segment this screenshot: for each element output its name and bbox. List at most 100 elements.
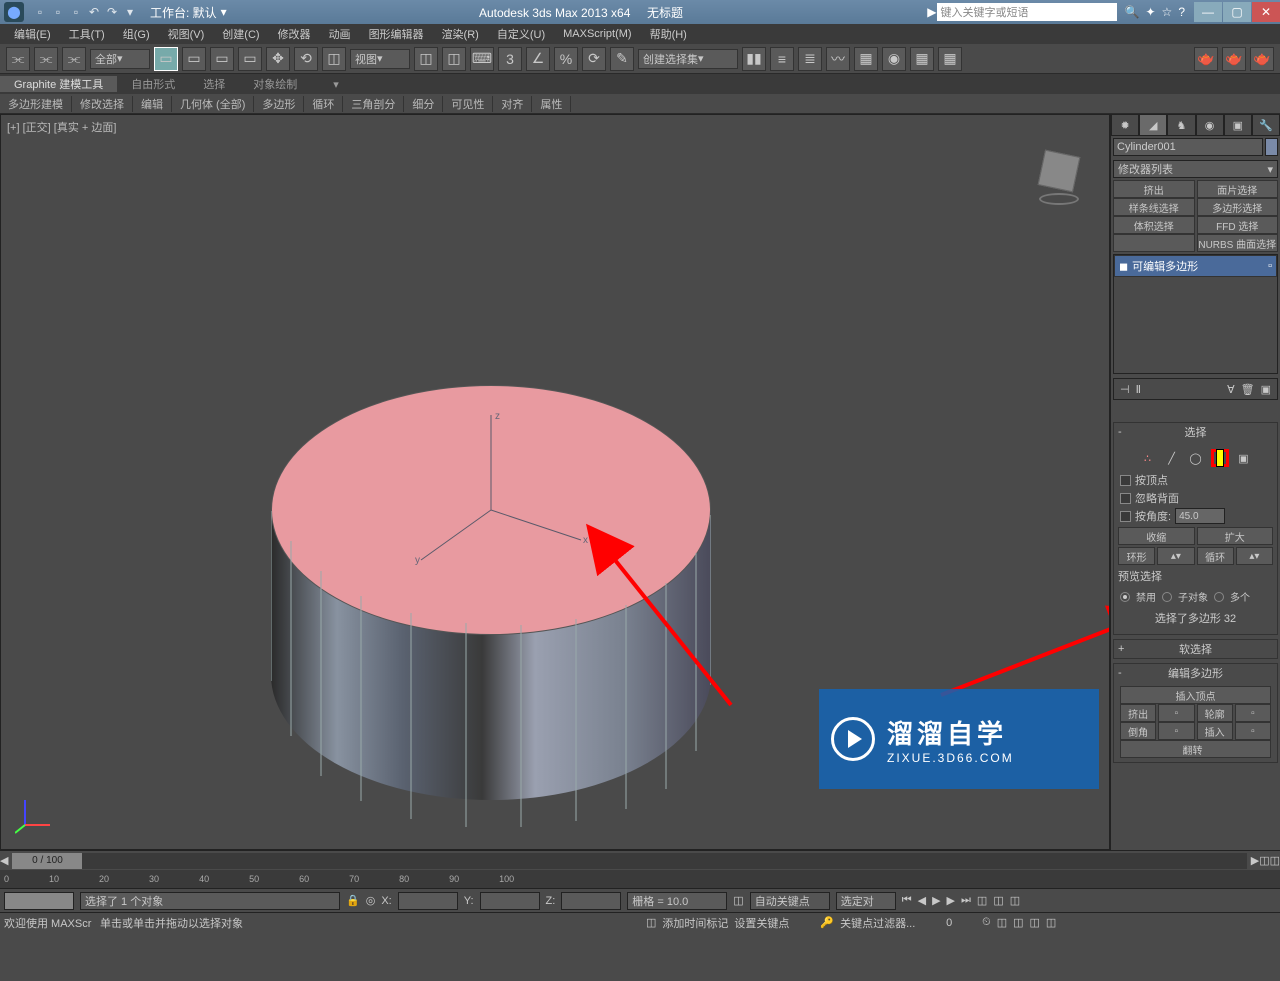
time-next-icon[interactable]: ▶ bbox=[1251, 854, 1259, 867]
object-color-swatch[interactable] bbox=[1265, 138, 1278, 156]
named-sel-set[interactable]: 创建选择集 ▾ bbox=[638, 49, 738, 69]
viewcube[interactable] bbox=[1029, 145, 1089, 205]
rotate-tool[interactable]: ⟲ bbox=[294, 47, 318, 71]
qat-more-icon[interactable]: ▾ bbox=[122, 4, 138, 20]
time-ruler[interactable]: 0102030405060708090100 bbox=[0, 870, 1280, 888]
tab-motion-icon[interactable]: ◉ bbox=[1196, 114, 1224, 136]
menu-create[interactable]: 创建(C) bbox=[214, 26, 267, 42]
remove-mod-icon[interactable]: 🗑 bbox=[1241, 383, 1255, 396]
viewport-label[interactable]: [+] [正交] [真实 + 边面] bbox=[7, 119, 116, 135]
menu-render[interactable]: 渲染(R) bbox=[434, 26, 487, 42]
btn-vol-sel[interactable]: 体积选择 bbox=[1113, 216, 1195, 234]
time-prev-icon[interactable]: ◀ bbox=[0, 854, 8, 867]
unlink-icon[interactable]: ⫘ bbox=[34, 47, 58, 71]
menu-graph[interactable]: 图形编辑器 bbox=[361, 26, 432, 42]
play-end-icon[interactable]: ⏭ bbox=[961, 894, 971, 907]
angle-spinner[interactable]: 45.0 bbox=[1175, 508, 1225, 524]
teapot2-icon[interactable]: 🫖 bbox=[1222, 47, 1246, 71]
snap-percent-icon[interactable]: % bbox=[554, 47, 578, 71]
snap-spinner-icon[interactable]: ⟳ bbox=[582, 47, 606, 71]
comm-icon[interactable]: ✦ bbox=[1145, 5, 1155, 19]
stack-item-editpoly[interactable]: ◼ 可编辑多边形 ▫ bbox=[1114, 255, 1277, 277]
add-time-label[interactable]: 添加时间标记 bbox=[662, 915, 728, 931]
rg-modsel[interactable]: 修改选择 bbox=[72, 96, 133, 112]
frame-field[interactable]: 0 bbox=[946, 917, 976, 929]
cylinder-object[interactable]: z x y bbox=[271, 385, 711, 825]
setkey-button[interactable]: 设置关键点 bbox=[734, 915, 814, 931]
ribbon-tab-graphite[interactable]: Graphite 建模工具 bbox=[0, 76, 117, 92]
tab-hierarchy-icon[interactable]: ♞ bbox=[1167, 114, 1195, 136]
manip-icon[interactable]: ◫ bbox=[442, 47, 466, 71]
tab-display-icon[interactable]: ▣ bbox=[1224, 114, 1252, 136]
rg-edit[interactable]: 编辑 bbox=[133, 96, 172, 112]
nav1-icon[interactable]: ◫ bbox=[977, 894, 987, 907]
make-unique-icon[interactable]: ∀ bbox=[1227, 383, 1235, 396]
menu-tools[interactable]: 工具(T) bbox=[61, 26, 113, 42]
nav3-icon[interactable]: ◫ bbox=[1010, 894, 1020, 907]
outline-settings-icon[interactable]: ▫ bbox=[1235, 704, 1271, 722]
ring-button[interactable]: 环形 bbox=[1118, 547, 1155, 565]
edge-subobj-icon[interactable]: ╱ bbox=[1163, 449, 1181, 467]
workspace-label[interactable]: 工作台: 默认 bbox=[150, 4, 217, 21]
rollout-head-selection[interactable]: -选择 bbox=[1114, 423, 1277, 441]
scale-tool[interactable]: ◫ bbox=[322, 47, 346, 71]
tab-create-icon[interactable]: ✹ bbox=[1111, 114, 1139, 136]
rg-poly[interactable]: 多边形 bbox=[254, 96, 304, 112]
menu-modifiers[interactable]: 修改器 bbox=[270, 26, 319, 42]
link-icon[interactable]: ⫘ bbox=[6, 47, 30, 71]
bulb-icon[interactable]: ▫ bbox=[1268, 260, 1272, 272]
bevel-button[interactable]: 倒角 bbox=[1120, 722, 1156, 740]
time-knob[interactable]: 0 / 100 bbox=[12, 853, 82, 869]
grow-button[interactable]: 扩大 bbox=[1197, 527, 1274, 545]
rg-subd[interactable]: 细分 bbox=[404, 96, 443, 112]
rg-vis[interactable]: 可见性 bbox=[443, 96, 493, 112]
configure-icon[interactable]: ▣ bbox=[1261, 383, 1271, 396]
teapot1-icon[interactable]: 🫖 bbox=[1194, 47, 1218, 71]
radio-multi[interactable] bbox=[1214, 592, 1224, 602]
move-tool[interactable]: ✥ bbox=[266, 47, 290, 71]
ref-coord[interactable]: 视图 ▾ bbox=[350, 49, 410, 69]
bevel-settings-icon[interactable]: ▫ bbox=[1158, 722, 1194, 740]
viewport[interactable]: [+] [正交] [真实 + 边面] z x y bbox=[0, 114, 1110, 850]
qat-save-icon[interactable]: ▫ bbox=[68, 4, 84, 20]
btn-ffd-sel[interactable]: FFD 选择 bbox=[1197, 216, 1279, 234]
play-next-icon[interactable]: ▶ bbox=[947, 894, 955, 907]
tag-icon[interactable]: ◫ bbox=[646, 916, 656, 929]
nav2-icon[interactable]: ◫ bbox=[993, 894, 1003, 907]
nav4-icon[interactable]: ◫ bbox=[997, 916, 1007, 929]
select-tool[interactable]: ▭ bbox=[154, 47, 178, 71]
pin-stack-icon[interactable]: ⊣ bbox=[1120, 383, 1130, 396]
ribbon-tab-paint[interactable]: 对象绘制 bbox=[239, 76, 311, 92]
snap-3d-icon[interactable]: 3 bbox=[498, 47, 522, 71]
modifier-list-dropdown[interactable]: 修改器列表▾ bbox=[1113, 160, 1278, 178]
selection-filter[interactable]: 全部 ▾ bbox=[90, 49, 150, 69]
inset-button[interactable]: 插入 bbox=[1197, 722, 1233, 740]
chk-by-vertex[interactable] bbox=[1120, 475, 1131, 486]
menu-group[interactable]: 组(G) bbox=[115, 26, 158, 42]
time-config-icon[interactable]: ⏲ bbox=[982, 916, 991, 929]
rollout-head-editpoly[interactable]: -编辑多边形 bbox=[1114, 664, 1277, 682]
menu-anim[interactable]: 动画 bbox=[321, 26, 359, 42]
nav6-icon[interactable]: ◫ bbox=[1030, 916, 1040, 929]
rg-geom[interactable]: 几何体 (全部) bbox=[172, 96, 254, 112]
btn-nurbs-sel[interactable]: NURBS 曲面选择 bbox=[1197, 234, 1279, 252]
extrude-button[interactable]: 挤出 bbox=[1120, 704, 1156, 722]
nav5-icon[interactable]: ◫ bbox=[1013, 916, 1023, 929]
expand-icon[interactable]: ◼ bbox=[1119, 260, 1128, 273]
menu-edit[interactable]: 编辑(E) bbox=[6, 26, 59, 42]
loop-button[interactable]: 循环 bbox=[1197, 547, 1234, 565]
object-name-input[interactable] bbox=[1113, 138, 1263, 156]
vertex-subobj-icon[interactable]: ∴ bbox=[1139, 449, 1157, 467]
select-rect-tool[interactable]: ▭ bbox=[210, 47, 234, 71]
rg-loop[interactable]: 循环 bbox=[304, 96, 343, 112]
mirror-icon[interactable]: ▮▮ bbox=[742, 47, 766, 71]
lock-icon[interactable]: 🔒 bbox=[346, 894, 360, 907]
ribbon-tab-selection[interactable]: 选择 bbox=[189, 76, 239, 92]
app-logo[interactable]: ⬤ bbox=[4, 2, 24, 22]
snap-angle-icon[interactable]: ∠ bbox=[526, 47, 550, 71]
rg-props[interactable]: 属性 bbox=[532, 96, 571, 112]
script-mini-icon[interactable] bbox=[4, 892, 74, 910]
qat-open-icon[interactable]: ▫ bbox=[50, 4, 66, 20]
maximize-button[interactable]: ▢ bbox=[1223, 2, 1251, 22]
material-icon[interactable]: ◉ bbox=[882, 47, 906, 71]
